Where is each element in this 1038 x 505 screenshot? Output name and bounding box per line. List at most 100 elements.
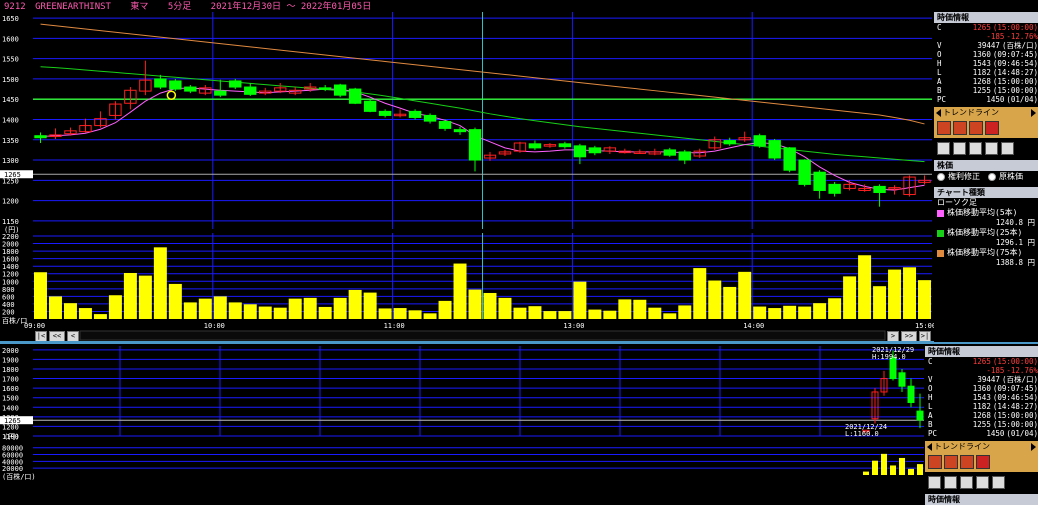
- time-tick-label: 10:00: [204, 322, 225, 330]
- sub-info-row: -185 -12.76%: [925, 366, 1038, 375]
- sub-side-panel: 時価情報 C 1265 (15:00:00) -185 -12.76% V 39447 (百株…: [925, 346, 1038, 505]
- intraday-chart[interactable]: 1150120012501300135014001450150015501600…: [0, 0, 1038, 480]
- candle-body: [318, 87, 332, 90]
- sub-left-arrow-icon[interactable]: [927, 442, 932, 451]
- sub-info-time: (15:00:00): [992, 357, 1038, 366]
- sub-info-key: [925, 366, 945, 375]
- price-title: 株価: [934, 160, 1038, 171]
- sub-bottom-title: 時価情報: [925, 494, 1038, 505]
- volume-tick-label: 200: [2, 308, 15, 316]
- ma-legend-item[interactable]: 株価移動平均(5本): [934, 208, 1038, 218]
- sub-info-value: 1450: [986, 429, 1005, 438]
- right-arrow-icon[interactable]: [1031, 108, 1036, 117]
- ma-value: 1388.8 円: [934, 258, 1038, 268]
- raw-radio[interactable]: [988, 173, 996, 181]
- adjusted-radio[interactable]: [937, 173, 945, 181]
- sub-horizontal-line-icon[interactable]: [944, 455, 958, 469]
- info-row: B 1255 (15:00:00): [934, 86, 1038, 95]
- horizontal-line-icon[interactable]: [953, 121, 967, 135]
- sub-trendline-header[interactable]: トレンドライン: [925, 441, 1038, 452]
- sub-info-row: A 1268 (15:00:00): [925, 411, 1038, 420]
- sub-line-draw-icon[interactable]: [928, 455, 942, 469]
- sub-info-row: C 1265 (15:00:00): [925, 357, 1038, 366]
- volume-tick-label: 1800: [2, 248, 19, 256]
- candle-body: [783, 147, 796, 171]
- info-value: 1182: [972, 68, 991, 77]
- pane-separator[interactable]: [0, 341, 1038, 344]
- price-tick-label: 1150: [2, 218, 19, 226]
- ma-legend-item[interactable]: 株価移動平均(75本): [934, 248, 1038, 258]
- sub-paste-tool-icon[interactable]: [960, 476, 973, 489]
- sub-info-time: (百株/口): [1001, 375, 1038, 384]
- trendline-header[interactable]: トレンドライン: [934, 107, 1038, 118]
- copy-tool-icon[interactable]: [953, 142, 966, 155]
- sub-info-value: -185: [986, 366, 1005, 375]
- volume-tick-label: 1600: [2, 256, 19, 264]
- sub-info-time: (15:00:00): [992, 420, 1038, 429]
- volume-bar: [258, 306, 272, 319]
- ma-value: 1240.8 円: [934, 218, 1038, 228]
- paste-tool-icon[interactable]: [969, 142, 982, 155]
- info-table: C 1265 (15:00:00) -185 -12.76% V 39447 (百株/口) O 1…: [934, 23, 1038, 104]
- sub-info-value: 39447: [977, 375, 1000, 384]
- volume-bar: [93, 314, 107, 319]
- info-time: (15:00:00): [992, 23, 1038, 32]
- sub-delete-line-icon[interactable]: [976, 455, 990, 469]
- sub-select-tool-icon[interactable]: [928, 476, 941, 489]
- sub-print-tool-icon[interactable]: [992, 476, 1005, 489]
- time-tick-label: 13:00: [563, 322, 584, 330]
- volume-bar: [273, 307, 287, 319]
- sub-info-time: (01/04): [1006, 429, 1038, 438]
- print-tool-icon[interactable]: [1001, 142, 1014, 155]
- select-tool-icon[interactable]: [937, 142, 950, 155]
- sub-info-key: PC: [928, 429, 938, 438]
- volume-bar: [483, 292, 497, 319]
- volume-bar: [573, 281, 587, 319]
- sub-drawing-toolbar: [925, 472, 1038, 494]
- moving-average-legend: 株価移動平均(5本) 1240.8 円株価移動平均(25本) 1296.1 円株価移…: [934, 208, 1038, 268]
- raw-label: 原株価: [999, 172, 1023, 181]
- line-draw-icon[interactable]: [937, 121, 951, 135]
- sub-undo-tool-icon[interactable]: [976, 476, 989, 489]
- info-key: [934, 32, 952, 41]
- volume-bar: [34, 272, 47, 319]
- info-title: 時価情報: [934, 12, 1038, 23]
- sub-right-arrow-icon[interactable]: [1031, 442, 1036, 451]
- volume-tick-label: 1400: [2, 263, 19, 271]
- sub-trendline-label: トレンドライン: [934, 442, 990, 451]
- sub-parallel-line-icon[interactable]: [960, 455, 974, 469]
- price-tick-label: 1500: [2, 76, 19, 84]
- price-mode-options: 権利修正 原株価: [934, 171, 1038, 183]
- ma-legend-item[interactable]: 株価移動平均(25本): [934, 228, 1038, 238]
- info-value: 1450: [986, 95, 1005, 104]
- sub-info-value: 1255: [972, 420, 991, 429]
- volume-bar: [183, 302, 197, 319]
- time-tick-label: 14:00: [743, 322, 764, 330]
- ma-label: 株価移動平均(75本): [947, 248, 1023, 257]
- info-time: (09:46:54): [992, 59, 1038, 68]
- candle-body: [798, 159, 811, 185]
- volume-bar: [468, 289, 482, 319]
- candle-body: [244, 86, 257, 95]
- sub-info-title: 時価情報: [925, 346, 1038, 357]
- info-time: (15:00:00): [992, 86, 1038, 95]
- info-key: L: [937, 68, 942, 77]
- parallel-line-icon[interactable]: [969, 121, 983, 135]
- sub-info-time: (09:46:54): [992, 393, 1038, 402]
- volume-bar: [798, 306, 812, 319]
- info-row: -185 -12.76%: [934, 32, 1038, 41]
- volume-bar: [663, 313, 677, 319]
- volume-bar: [408, 310, 422, 319]
- delete-line-icon[interactable]: [985, 121, 999, 135]
- info-key: PC: [937, 95, 947, 104]
- left-arrow-icon[interactable]: [936, 108, 941, 117]
- sub-info-table: C 1265 (15:00:00) -185 -12.76% V 39447 (百株/口) O 1…: [925, 357, 1038, 438]
- info-time: (14:48:27): [992, 68, 1038, 77]
- volume-bar: [903, 267, 917, 319]
- sub-copy-tool-icon[interactable]: [944, 476, 957, 489]
- info-row: O 1360 (09:07:45): [934, 50, 1038, 59]
- volume-bar: [333, 297, 347, 319]
- volume-bar: [723, 286, 737, 319]
- undo-tool-icon[interactable]: [985, 142, 998, 155]
- volume-bar: [378, 308, 392, 319]
